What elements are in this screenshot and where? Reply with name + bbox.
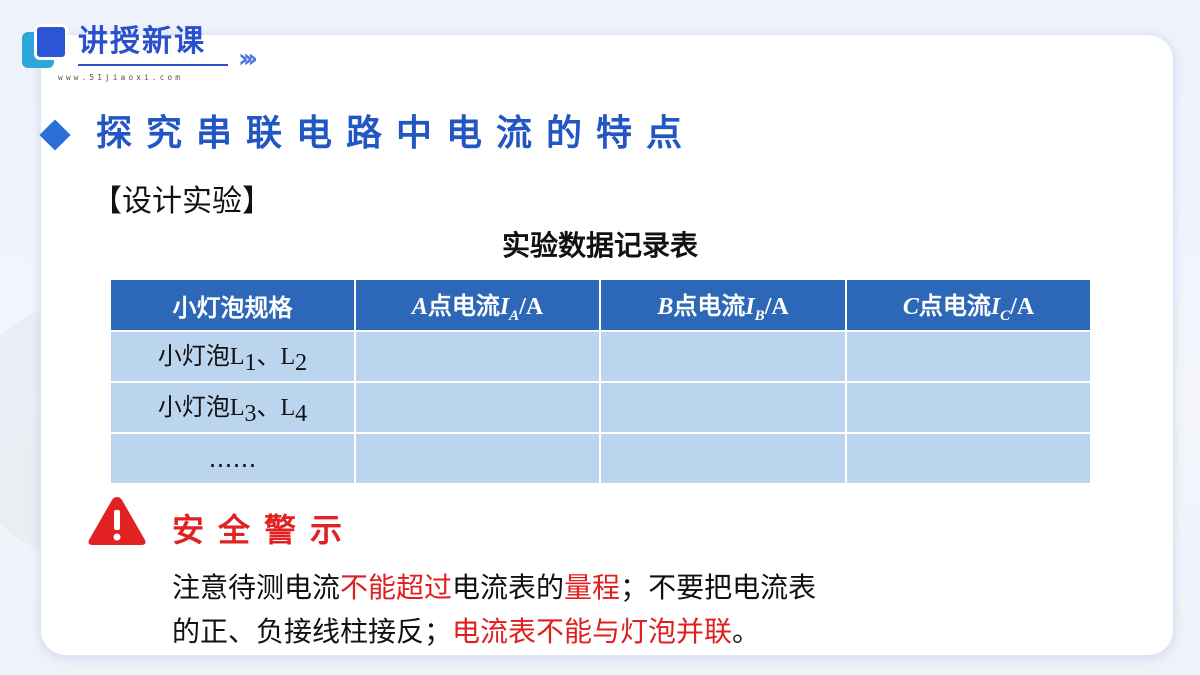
header-cell-c: C点电流IC/A bbox=[845, 278, 1092, 332]
header-cell-a: A点电流IA/A bbox=[354, 278, 601, 332]
current-symbol: I bbox=[990, 293, 1001, 320]
warning-text-part: 的正、负接线柱接反； bbox=[172, 615, 453, 648]
table-cell bbox=[354, 330, 601, 383]
section-title: 探究串联电路中电流的特点 bbox=[96, 113, 697, 154]
unit: /A bbox=[1010, 293, 1035, 320]
lamp-symbol: L bbox=[280, 344, 296, 371]
row-label: 小灯泡L3、L4 bbox=[109, 381, 356, 434]
table-cell bbox=[599, 432, 847, 485]
header-title: 讲授新课 bbox=[78, 24, 206, 59]
lamp-subscript: 4 bbox=[295, 400, 308, 427]
warning-text-part: ；不要把电流表 bbox=[620, 571, 817, 604]
lamp-subscript: 1 bbox=[244, 349, 257, 376]
current-symbol: I bbox=[499, 293, 510, 320]
header-underline bbox=[78, 64, 228, 66]
current-subscript: B bbox=[754, 307, 765, 324]
current-subscript: A bbox=[509, 307, 520, 324]
chevron-right-icon: ››› bbox=[238, 44, 258, 74]
unit: /A bbox=[519, 293, 544, 320]
warning-title: 安全警示 bbox=[172, 511, 357, 549]
separator: 、 bbox=[256, 393, 281, 422]
header-cell-b: B点电流IB/A bbox=[599, 278, 847, 332]
unit: /A bbox=[764, 293, 789, 320]
warning-text-part: 电流表的 bbox=[452, 571, 565, 604]
table-title: 实验数据记录表 bbox=[501, 229, 698, 262]
lamp-subscript: 2 bbox=[295, 349, 308, 376]
table-cell bbox=[599, 330, 847, 383]
header-text: 点电流 bbox=[427, 291, 500, 320]
table-row: 小灯泡L1、L2 bbox=[109, 330, 1092, 383]
warning-triangle-icon bbox=[88, 497, 146, 545]
lamp-symbol: L bbox=[229, 395, 245, 422]
header-text: 点电流 bbox=[673, 291, 746, 320]
row-label-ellipsis: …… bbox=[109, 432, 356, 485]
warning-highlight: 量程 bbox=[564, 571, 621, 604]
table-row: …… bbox=[109, 432, 1092, 485]
lamp-subscript: 3 bbox=[244, 400, 257, 427]
lamp-symbol: L bbox=[229, 344, 245, 371]
header-url: www.51jiaoxi.com bbox=[58, 73, 184, 82]
separator: 、 bbox=[256, 342, 281, 371]
warning-text-part: 注意待测电流 bbox=[172, 571, 341, 604]
table-row: 小灯泡L3、L4 bbox=[109, 381, 1092, 434]
logo-icon bbox=[22, 24, 68, 68]
header-cell-spec: 小灯泡规格 bbox=[109, 278, 356, 332]
current-subscript: C bbox=[1000, 307, 1011, 324]
point-var: B bbox=[657, 293, 674, 320]
row-prefix: 小灯泡 bbox=[157, 393, 230, 422]
current-symbol: I bbox=[745, 293, 755, 320]
logo-front-square bbox=[34, 24, 68, 60]
row-label: 小灯泡L1、L2 bbox=[109, 330, 356, 383]
point-var: C bbox=[902, 293, 919, 320]
warning-text: 注意待测电流不能超过电流表的量程；不要把电流表的正、负接线柱接反；电流表不能与灯… bbox=[172, 566, 1052, 654]
header-text: 点电流 bbox=[918, 291, 991, 320]
point-var: A bbox=[411, 293, 428, 320]
warning-text-part: 。 bbox=[732, 615, 761, 648]
table-cell bbox=[845, 432, 1092, 485]
table-header-row: 小灯泡规格 A点电流IA/A B点电流IB/A C点电流IC/A bbox=[109, 278, 1092, 332]
table-cell bbox=[599, 381, 847, 434]
table-cell bbox=[845, 381, 1092, 434]
warning-highlight: 不能超过 bbox=[340, 571, 453, 604]
data-table: 小灯泡规格 A点电流IA/A B点电流IB/A C点电流IC/A 小灯泡L1、L… bbox=[109, 278, 1092, 485]
design-label: 【设计实验】 bbox=[92, 184, 272, 219]
lamp-symbol: L bbox=[280, 395, 296, 422]
table-cell bbox=[354, 381, 601, 434]
warning-highlight: 电流表不能与灯泡并联 bbox=[452, 615, 733, 648]
table-cell bbox=[845, 330, 1092, 383]
table-cell bbox=[354, 432, 601, 485]
row-prefix: 小灯泡 bbox=[157, 342, 230, 371]
